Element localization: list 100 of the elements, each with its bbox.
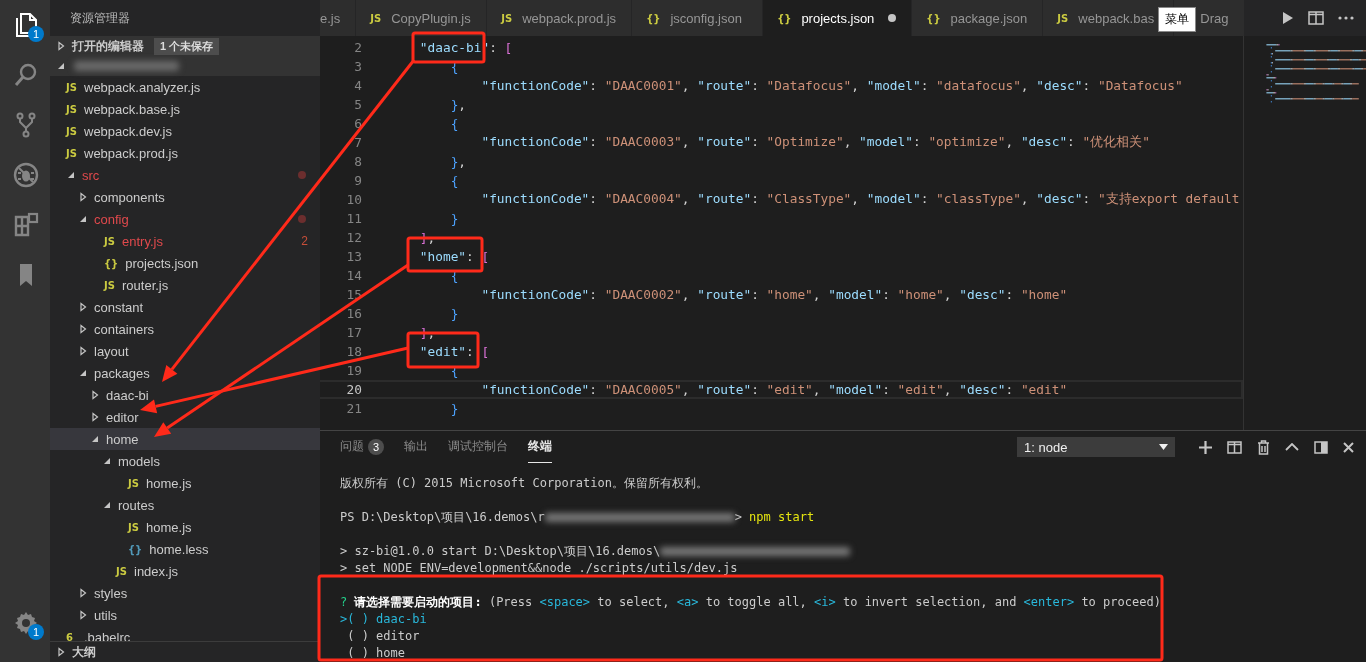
file-type-icon: JS — [1057, 12, 1069, 24]
line-number: 13 — [345, 249, 363, 264]
tree-item[interactable]: JS webpack.dev.js — [50, 120, 320, 142]
trash-icon[interactable] — [1257, 439, 1270, 455]
plus-icon[interactable] — [1199, 440, 1212, 454]
caret-icon[interactable] — [56, 61, 66, 71]
tree-item[interactable]: JS entry.js 2 — [50, 230, 320, 252]
panel-tab[interactable]: 输出 — [404, 431, 428, 463]
count-badge: 3 — [368, 438, 384, 455]
notification-badge: 1 — [28, 624, 44, 640]
terminal-line: > sz-bi@1.0.0 start D:\Desktop\项目\16.demos\ — [340, 543, 1366, 560]
tree-item[interactable]: {} projects.json — [50, 252, 320, 274]
caret-icon[interactable] — [78, 302, 88, 312]
code-line: "functionCode": "DAAC0003", "route": "Optimize", "model": "optimize", "desc": "优化相关" — [480, 134, 1150, 151]
line-number: 3 — [353, 59, 363, 74]
tree-item[interactable]: 6 .babelrc — [50, 626, 320, 641]
panel-tab[interactable]: 终端 — [528, 431, 552, 463]
bug-icon[interactable] — [12, 161, 40, 189]
tree-item[interactable]: src — [50, 164, 320, 186]
maximize-icon[interactable] — [1314, 440, 1328, 454]
code-line: } — [449, 211, 459, 226]
caret-icon[interactable] — [56, 647, 66, 657]
panel-tab[interactable]: 调试控制台 — [448, 431, 508, 463]
tree-item[interactable]: home — [50, 428, 320, 450]
editor-tab[interactable]: {} projects.json — [763, 0, 913, 36]
editor-tab[interactable]: JS webpack.prod.js — [487, 0, 633, 36]
line-number: 11 — [345, 211, 363, 226]
line-number: 21 — [345, 401, 363, 416]
tree-item[interactable]: styles — [50, 582, 320, 604]
split-icon[interactable] — [1227, 440, 1242, 454]
tree-item[interactable]: containers — [50, 318, 320, 340]
extensions-icon[interactable] — [12, 211, 40, 239]
tree-item[interactable]: constant — [50, 296, 320, 318]
tree-item[interactable]: JS webpack.prod.js — [50, 142, 320, 164]
caret-icon[interactable] — [66, 170, 76, 180]
caret-icon[interactable] — [90, 390, 100, 400]
modified-dot — [298, 171, 306, 179]
more-icon[interactable] — [1338, 16, 1354, 20]
close-icon[interactable] — [1343, 441, 1354, 453]
caret-icon[interactable] — [78, 192, 88, 202]
panel-tab[interactable]: 问题 3 — [340, 431, 384, 463]
file-type-icon: JS — [66, 125, 77, 137]
caret-icon[interactable] — [90, 434, 100, 444]
tree-item[interactable]: JS webpack.analyzer.js — [50, 76, 320, 98]
tree-item[interactable]: layout — [50, 340, 320, 362]
tree-item[interactable]: utils — [50, 604, 320, 626]
terminal-line: PS D:\Desktop\项目\16.demos\r > npm start — [340, 509, 816, 526]
file-type-icon: JS — [66, 103, 77, 115]
terminal-choice[interactable]: ( ) home — [340, 645, 1366, 662]
caret-icon[interactable] — [78, 324, 88, 334]
tree-item[interactable]: config — [50, 208, 320, 230]
terminal-line: 版权所有 (C) 2015 Microsoft Corporation。保留所有权利。 — [340, 475, 709, 492]
file-type-icon: {} — [128, 543, 143, 555]
editor-tab[interactable]: e.js — [320, 0, 357, 36]
file-type-icon: JS — [128, 521, 139, 533]
unsaved-dot — [888, 14, 897, 22]
terminal-dropdown[interactable]: 1: node — [1017, 437, 1175, 457]
file-type-icon: {} — [104, 257, 119, 269]
tree-item[interactable]: models — [50, 450, 320, 472]
caret-icon[interactable] — [56, 41, 66, 51]
code-line: } — [449, 306, 459, 321]
tree-item[interactable]: editor — [50, 406, 320, 428]
caret-icon[interactable] — [78, 588, 88, 598]
caret-icon[interactable] — [90, 412, 100, 422]
caret-icon[interactable] — [78, 368, 88, 378]
caret-icon[interactable] — [102, 456, 112, 466]
file-type-icon: {} — [646, 12, 661, 24]
section-header[interactable]: 打开的编辑器 1 个未保存 — [50, 36, 320, 56]
line-number: 10 — [345, 192, 363, 207]
run-icon[interactable] — [1280, 11, 1294, 25]
split-editor-icon[interactable] — [1308, 11, 1324, 25]
code-line: "functionCode": "DAAC0005", "route": "edit", "model": "edit", "desc": "edit" — [480, 382, 1068, 397]
code-line: "edit": [ — [418, 344, 490, 359]
caret-icon[interactable] — [78, 346, 88, 356]
tree-item[interactable]: JS webpack.base.js — [50, 98, 320, 120]
code-line: { — [449, 173, 459, 188]
editor-tab[interactable]: {} jsconfig.json — [632, 0, 764, 36]
tree-item[interactable]: JS home.js — [50, 516, 320, 538]
line-number: 19 — [345, 363, 363, 378]
terminal-choice[interactable]: >( ) daac-bi — [340, 611, 1366, 628]
caret-icon[interactable] — [78, 214, 88, 224]
file-type-icon: JS — [66, 81, 77, 93]
tree-item[interactable]: JS router.js — [50, 274, 320, 296]
terminal-line: ? 请选择需要启动的项目: (Press <space> to select, <a> to toggle all, <i> to invert selection, and <enter> to proceed) — [340, 594, 1162, 611]
tree-item[interactable]: packages — [50, 362, 320, 384]
tree-item[interactable]: JS home.js — [50, 472, 320, 494]
chevron-up-icon[interactable] — [1285, 443, 1299, 451]
caret-icon[interactable] — [78, 610, 88, 620]
terminal-choice[interactable]: ( ) editor — [340, 628, 1366, 645]
tree-item[interactable]: routes — [50, 494, 320, 516]
file-type-icon: 6 — [66, 631, 77, 641]
file-type-icon: JS — [104, 235, 115, 247]
tree-item[interactable]: daac-bi — [50, 384, 320, 406]
tree-item[interactable]: {} home.less — [50, 538, 320, 560]
editor-tab[interactable]: {} package.json — [912, 0, 1044, 36]
tree-item[interactable]: components — [50, 186, 320, 208]
editor-tab[interactable]: JS CopyPlugin.js — [356, 0, 488, 36]
caret-icon[interactable] — [102, 500, 112, 510]
tree-item[interactable]: JS index.js — [50, 560, 320, 582]
code-line: } — [449, 401, 459, 416]
